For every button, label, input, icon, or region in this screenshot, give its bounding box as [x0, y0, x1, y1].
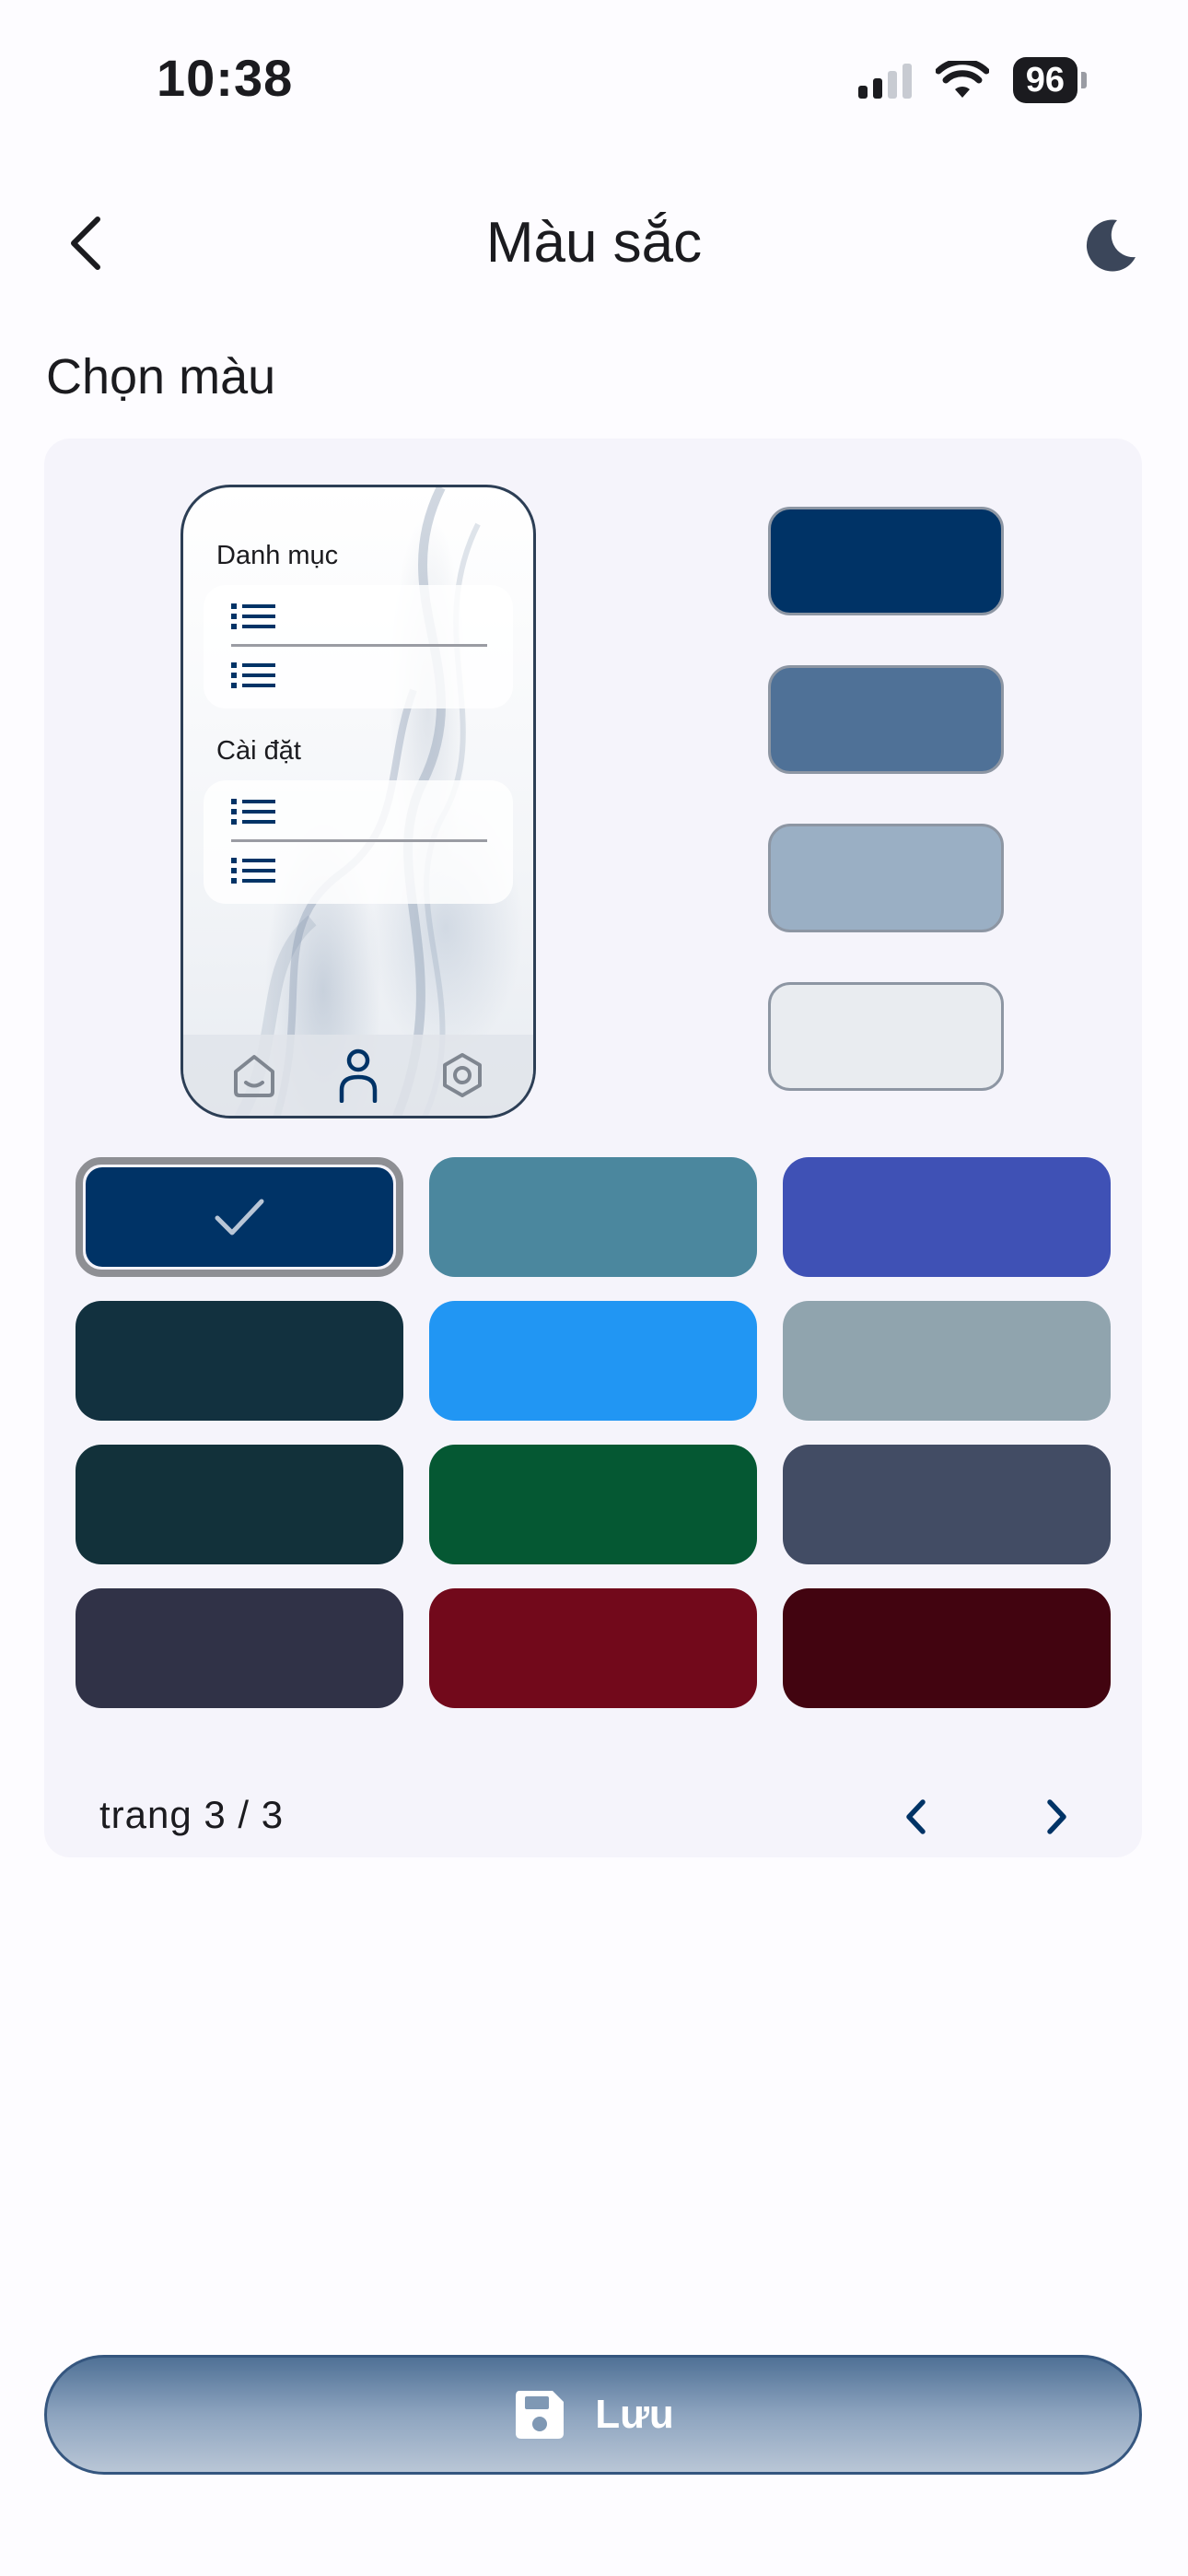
cellular-signal-icon [857, 62, 912, 99]
chevron-left-icon [906, 1799, 926, 1834]
color-swatch-deep-teal[interactable] [76, 1445, 403, 1564]
shade-swatch-4 [768, 982, 1004, 1091]
wifi-icon [935, 61, 989, 98]
list-icon [231, 858, 275, 884]
preview-list-group [204, 585, 513, 708]
next-page-button[interactable] [1026, 1786, 1089, 1848]
color-grid [76, 1157, 1111, 1708]
preview-label-categories: Danh mục [216, 541, 339, 570]
home-icon [233, 1055, 274, 1097]
theme-preview-phone: Danh mục Cài đặt [181, 485, 536, 1118]
save-button[interactable]: Lưu [44, 2355, 1142, 2475]
checkmark-icon [215, 1199, 264, 1235]
preview-label-settings: Cài đặt [216, 736, 301, 766]
dark-mode-toggle[interactable] [1068, 205, 1151, 287]
shade-swatch-1 [768, 507, 1004, 615]
color-swatch-charcoal-navy[interactable] [76, 1588, 403, 1708]
shade-swatch-2 [768, 665, 1004, 774]
divider [231, 644, 487, 647]
color-swatch-bright-blue[interactable] [429, 1301, 757, 1421]
battery-level: 96 [1012, 57, 1077, 103]
preview-bottom-nav [183, 1035, 533, 1116]
list-icon [231, 603, 275, 629]
save-button-label: Lưu [595, 2392, 674, 2437]
status-icons: 96 [857, 57, 1087, 103]
color-swatch-crimson[interactable] [429, 1588, 757, 1708]
color-swatch-teal-blue[interactable] [429, 1157, 757, 1277]
color-swatch-dark-slate-teal[interactable] [76, 1301, 403, 1421]
settings-icon [443, 1053, 483, 1097]
page-indicator: trang 3 / 3 [99, 1793, 285, 1836]
color-picker-card: Danh mục Cài đặt trang 3 / 3 [44, 439, 1142, 1857]
battery-icon: 96 [1012, 57, 1087, 103]
previous-page-button[interactable] [884, 1786, 947, 1848]
app-bar: Màu sắc [0, 184, 1188, 304]
shade-swatch-3 [768, 824, 1004, 932]
color-swatch-slate[interactable] [783, 1445, 1111, 1564]
color-swatch-forest-green[interactable] [429, 1445, 757, 1564]
floppy-disk-icon [516, 2391, 565, 2439]
pagination: trang 3 / 3 [44, 1765, 1142, 1857]
color-swatch-navy[interactable] [76, 1157, 403, 1277]
selected-color-fill [86, 1167, 393, 1267]
color-swatch-maroon[interactable] [783, 1588, 1111, 1708]
list-icon [231, 662, 275, 688]
chevron-right-icon [1047, 1799, 1066, 1834]
color-swatch-indigo[interactable] [783, 1157, 1111, 1277]
page-title: Màu sắc [485, 211, 703, 275]
moon-icon [1086, 219, 1136, 272]
preview-list-group [204, 780, 513, 904]
status-time: 10:38 [157, 49, 294, 107]
list-icon [231, 799, 275, 825]
divider [231, 839, 487, 842]
section-title: Chọn màu [46, 349, 276, 404]
color-swatch-gray-blue[interactable] [783, 1301, 1111, 1421]
person-icon [339, 1048, 378, 1103]
status-bar: 10:38 96 [0, 0, 1188, 166]
